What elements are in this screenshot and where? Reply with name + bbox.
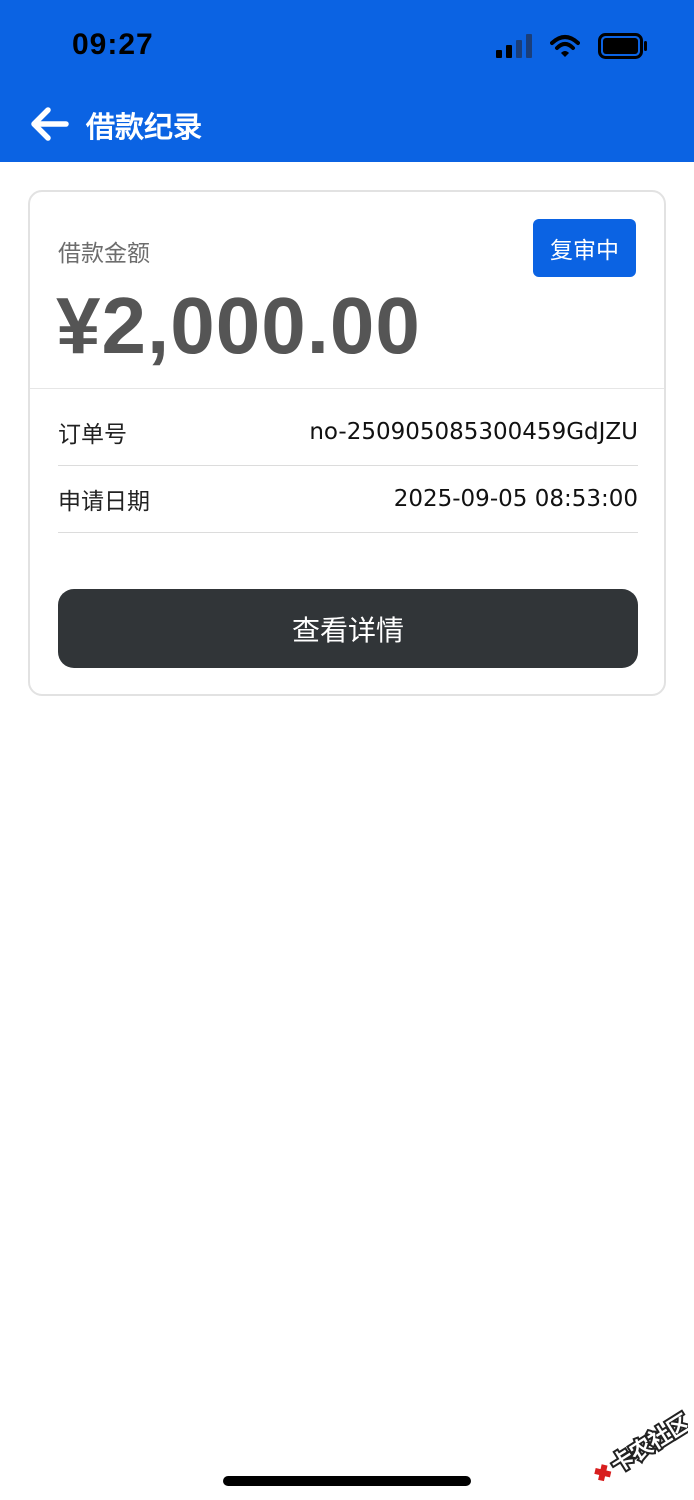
application-date-label: 申请日期 [58,488,150,515]
loan-record-card: 借款金额 复审中 ¥2,000.00 订单号 no-25090508530045… [28,190,666,696]
battery-icon [598,33,648,64]
app-header: 09:27 借款纪录 [0,0,694,162]
status-time: 09:27 [72,28,154,61]
order-number-row: 订单号 no-250905085300459GdJZU [58,398,638,466]
order-number-label: 订单号 [58,421,127,448]
order-number-value: no-250905085300459GdJZU [309,418,638,445]
svg-text:卡农社区: 卡农社区 [607,1410,688,1479]
status-badge: 复审中 [533,219,636,277]
application-date-value: 2025-09-05 08:53:00 [393,485,638,512]
view-details-button[interactable]: 查看详情 [58,589,638,668]
page-title: 借款纪录 [86,110,203,144]
wifi-icon [550,34,580,63]
cellular-signal-icon [496,34,532,63]
home-indicator [223,1476,471,1486]
back-button[interactable] [28,104,72,144]
nav-bar: 借款纪录 [0,92,694,154]
loan-amount: ¥2,000.00 [56,281,421,370]
amount-label: 借款金额 [58,241,150,267]
divider [30,388,664,389]
watermark-logo: 卡农社区 [588,1404,694,1488]
arrow-left-icon [28,104,72,149]
application-date-row: 申请日期 2025-09-05 08:53:00 [58,465,638,533]
status-icons [496,33,648,64]
